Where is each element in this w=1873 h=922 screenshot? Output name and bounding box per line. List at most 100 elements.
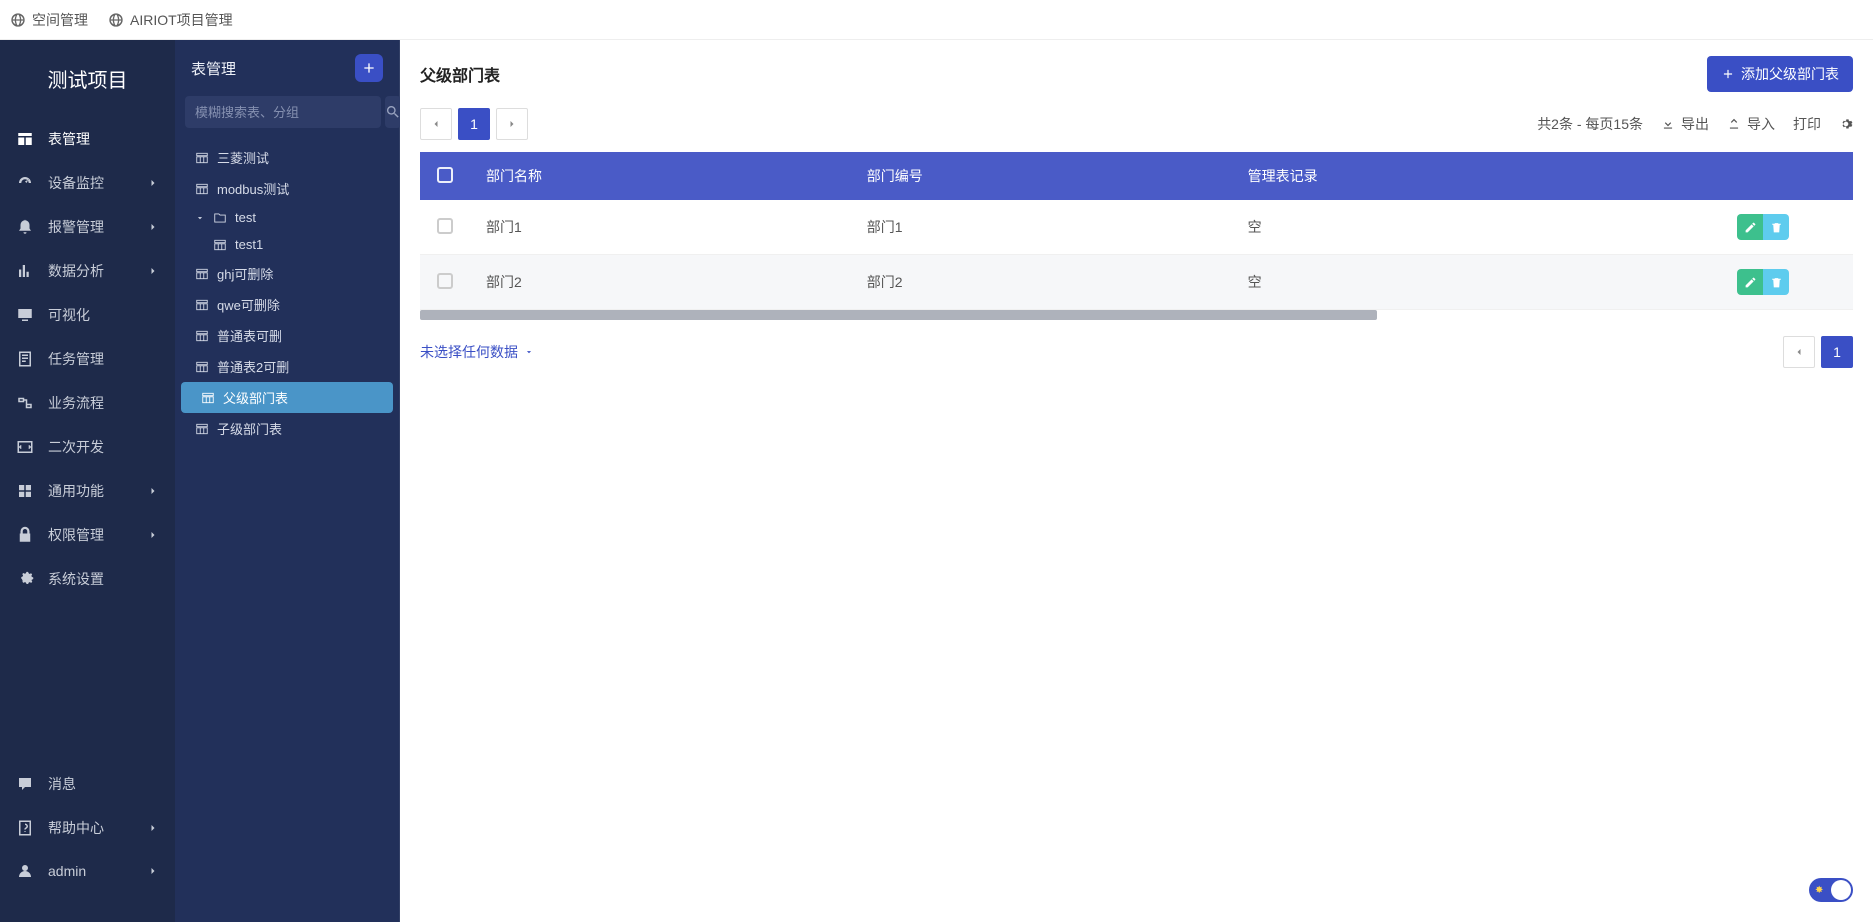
page-info: 共2条 - 每页15条 (1537, 114, 1643, 134)
nav-item-gear[interactable]: 系统设置 (0, 557, 175, 601)
chevron-right-icon (147, 822, 159, 834)
chevron-right-icon (147, 865, 159, 877)
download-icon (1661, 117, 1675, 131)
sun-icon: ✸ (1815, 885, 1823, 896)
tree-item[interactable]: 普通表可删 (175, 320, 399, 351)
toggle-knob (1831, 880, 1851, 900)
tree-label: 三菱测试 (217, 148, 269, 167)
tree-item[interactable]: modbus测试 (175, 173, 399, 204)
search-button[interactable] (385, 96, 401, 128)
page-prev[interactable] (420, 108, 452, 140)
add-table-button[interactable] (355, 54, 383, 82)
import-button[interactable]: 导入 (1727, 114, 1775, 134)
selection-status-dropdown[interactable]: 未选择任何数据 (420, 342, 534, 362)
nav-label: 业务流程 (48, 393, 159, 413)
nav-item-chart[interactable]: 数据分析 (0, 249, 175, 293)
nav-item-help[interactable]: 帮助中心 (0, 806, 175, 850)
chevron-left-icon (1793, 346, 1805, 358)
search-input[interactable] (185, 96, 381, 128)
globe-icon (10, 12, 26, 28)
table-row[interactable]: 部门2 部门2 空 (420, 255, 1853, 310)
page-next[interactable] (496, 108, 528, 140)
nav-item-code[interactable]: 二次开发 (0, 425, 175, 469)
page-1-bottom[interactable]: 1 (1821, 336, 1853, 368)
chevron-right-icon (506, 118, 518, 130)
tree-item[interactable]: 父级部门表 (181, 382, 393, 413)
user-icon (16, 862, 34, 880)
chevron-right-icon (147, 177, 159, 189)
col-code[interactable]: 部门编号 (851, 152, 1232, 200)
chevron-right-icon (147, 529, 159, 541)
nav-label: 二次开发 (48, 437, 159, 457)
tree-label: 普通表2可删 (217, 357, 289, 376)
nav-item-grid[interactable]: 通用功能 (0, 469, 175, 513)
table-icon (195, 298, 209, 312)
tree-label: test1 (235, 237, 263, 252)
horizontal-scrollbar[interactable] (420, 310, 1377, 320)
edit-button[interactable] (1737, 214, 1763, 240)
nav-label: 权限管理 (48, 525, 133, 545)
nav-item-lock[interactable]: 权限管理 (0, 513, 175, 557)
tree-item[interactable]: qwe可删除 (175, 289, 399, 320)
nav-label: 任务管理 (48, 349, 159, 369)
breadcrumb-space-mgmt[interactable]: 空间管理 (10, 10, 88, 30)
breadcrumb-airiot[interactable]: AIRIOT项目管理 (108, 10, 233, 30)
settings-button[interactable] (1839, 117, 1853, 131)
col-records[interactable]: 管理表记录 (1232, 152, 1673, 200)
help-icon (16, 819, 34, 837)
tree-item[interactable]: test1 (175, 231, 399, 258)
nav-item-user[interactable]: admin (0, 850, 175, 892)
row-checkbox[interactable] (437, 273, 453, 289)
tree-item[interactable]: test (175, 204, 399, 231)
nav-item-table[interactable]: 表管理 (0, 117, 175, 161)
theme-toggle[interactable]: ✸ (1809, 878, 1853, 902)
secondary-title: 表管理 (191, 58, 236, 79)
nav-item-message[interactable]: 消息 (0, 762, 175, 806)
edit-button[interactable] (1737, 269, 1763, 295)
table-icon (195, 329, 209, 343)
col-name[interactable]: 部门名称 (470, 152, 851, 200)
lock-icon (16, 526, 34, 544)
tree-label: qwe可删除 (217, 295, 280, 314)
edit-icon (1744, 276, 1757, 289)
chevron-left-icon (430, 118, 442, 130)
export-button[interactable]: 导出 (1661, 114, 1709, 134)
delete-button[interactable] (1763, 214, 1789, 240)
screen-icon (16, 306, 34, 324)
nav-item-screen[interactable]: 可视化 (0, 293, 175, 337)
page-prev-bottom[interactable] (1783, 336, 1815, 368)
row-checkbox[interactable] (437, 218, 453, 234)
task-icon (16, 350, 34, 368)
chevron-down-icon (524, 347, 534, 357)
edit-icon (1744, 221, 1757, 234)
table-icon (195, 422, 209, 436)
tree-item[interactable]: 普通表2可删 (175, 351, 399, 382)
content-title: 父级部门表 (420, 62, 500, 86)
folder-icon (213, 211, 227, 225)
nav-label: 消息 (48, 774, 159, 794)
tree-item[interactable]: 子级部门表 (175, 413, 399, 444)
nav-label: 设备监控 (48, 173, 133, 193)
nav-item-alarm[interactable]: 报警管理 (0, 205, 175, 249)
tree-item[interactable]: ghj可删除 (175, 258, 399, 289)
pagination-bottom: 1 (1783, 336, 1853, 368)
delete-button[interactable] (1763, 269, 1789, 295)
gear-icon (1839, 117, 1853, 131)
gear-icon (16, 570, 34, 588)
nav-item-task[interactable]: 任务管理 (0, 337, 175, 381)
project-title: 测试项目 (0, 40, 175, 117)
flow-icon (16, 394, 34, 412)
nav-label: 表管理 (48, 129, 159, 149)
print-button[interactable]: 打印 (1793, 114, 1821, 134)
tree-item[interactable]: 三菱测试 (175, 142, 399, 173)
add-record-button[interactable]: 添加父级部门表 (1707, 56, 1853, 92)
code-icon (16, 438, 34, 456)
nav-item-gauge[interactable]: 设备监控 (0, 161, 175, 205)
cell-code: 部门1 (851, 200, 1232, 255)
table-row[interactable]: 部门1 部门1 空 (420, 200, 1853, 255)
page-1[interactable]: 1 (458, 108, 490, 140)
table-icon (195, 267, 209, 281)
select-all-checkbox[interactable] (437, 167, 453, 183)
nav-item-flow[interactable]: 业务流程 (0, 381, 175, 425)
nav-label: 帮助中心 (48, 818, 133, 838)
